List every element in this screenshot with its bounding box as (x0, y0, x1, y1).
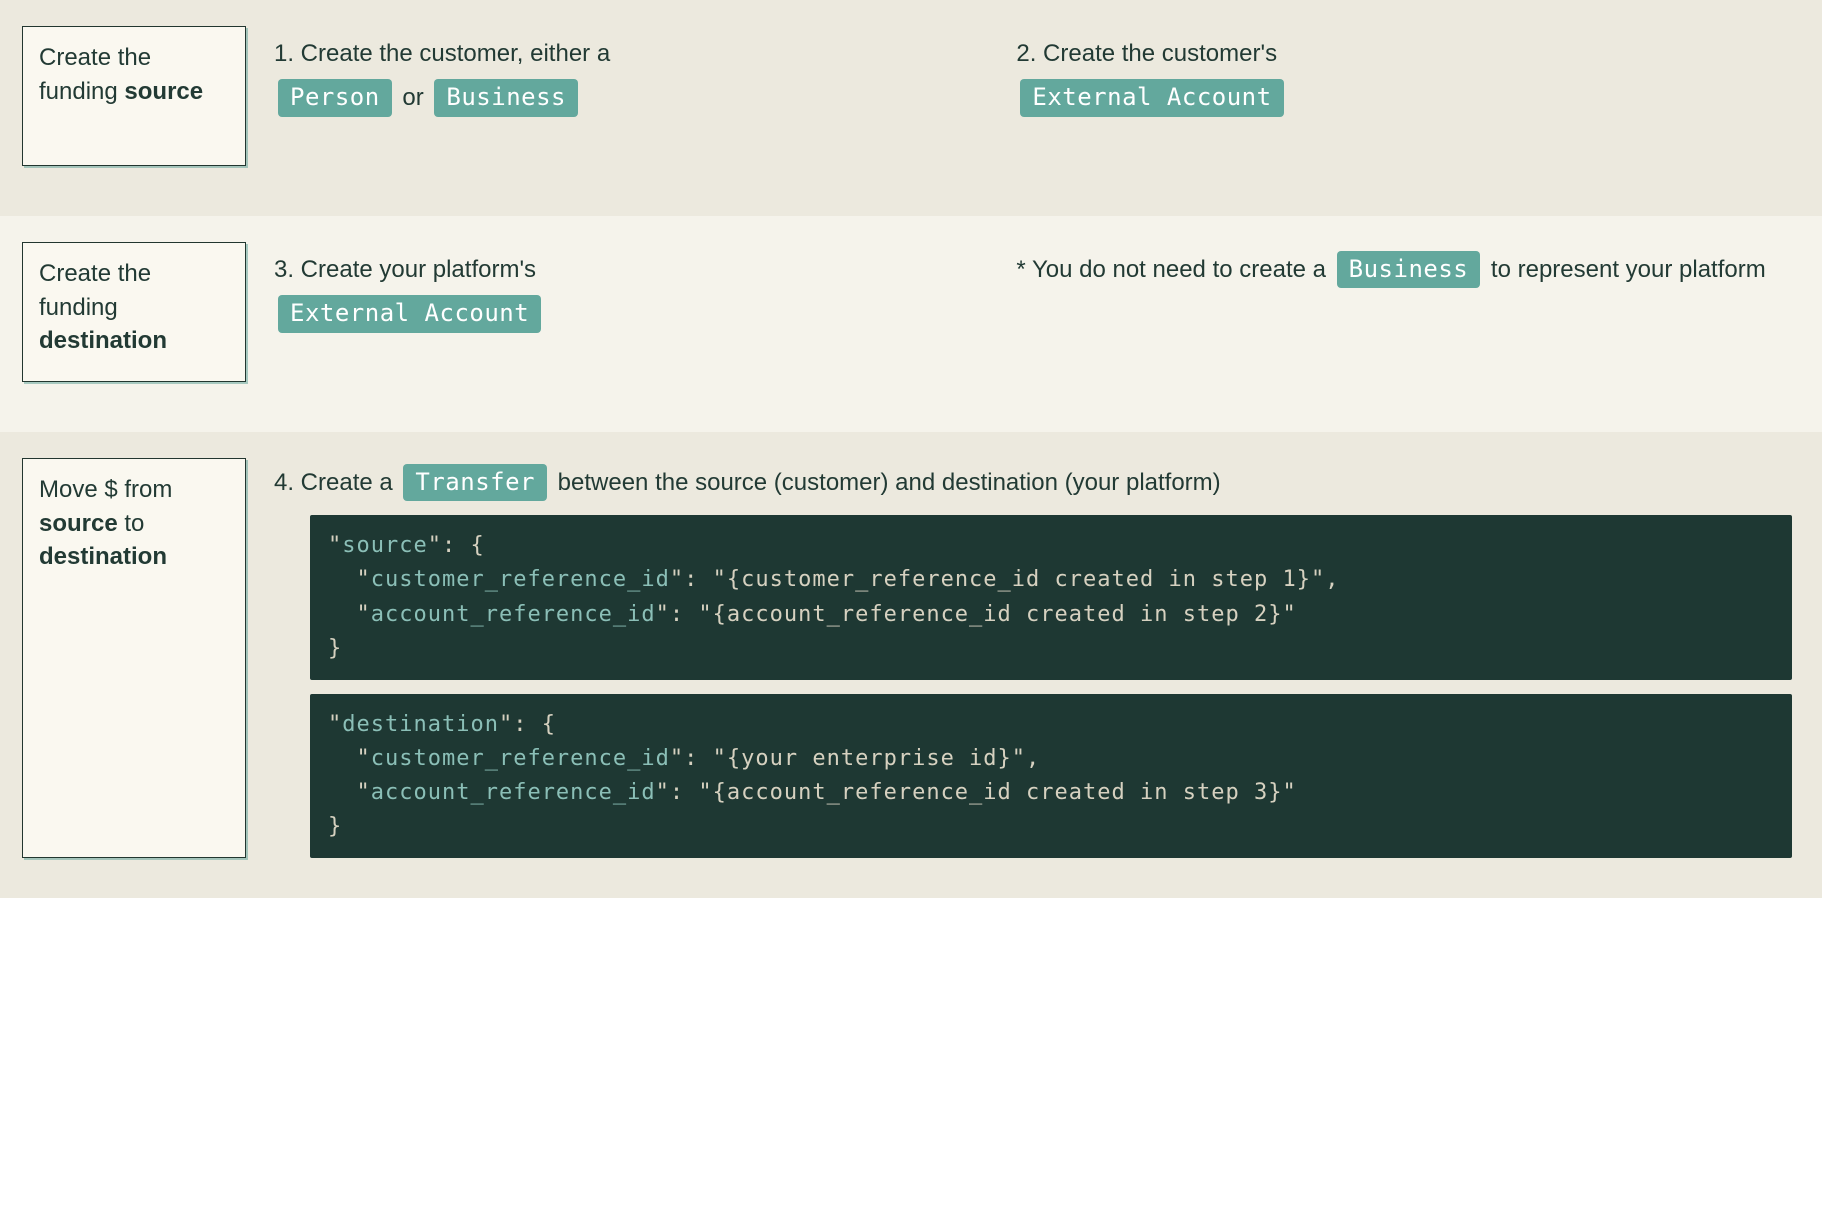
step-1-text: 1. Create the customer, either a (274, 32, 986, 76)
card-bold-destination: destination (39, 543, 167, 570)
note-post: to represent your platform (1484, 256, 1765, 283)
card-transfer: Move $ from source to destination (22, 458, 246, 858)
section-funding-source: Create the funding source 1. Create the … (0, 0, 1822, 216)
pill-person: Person (278, 79, 392, 116)
section-funding-destination: Create the funding destination 3. Create… (0, 216, 1822, 432)
code-block-source: "source": { "customer_reference_id": "{c… (310, 515, 1792, 679)
section-transfer: Move $ from source to destination 4. Cre… (0, 432, 1822, 898)
row2-content: 3. Create your platform's External Accou… (274, 242, 1800, 382)
pill-external-account: External Account (278, 295, 541, 332)
pill-business: Business (434, 79, 578, 116)
step-1-or: or (396, 84, 431, 111)
card-funding-source: Create the funding source (22, 26, 246, 166)
pill-external-account: External Account (1020, 79, 1283, 116)
step-note: * You do not need to create a Business t… (1016, 248, 1800, 382)
step-3-text: 3. Create your platform's (274, 248, 986, 292)
step-4-post: between the source (customer) and destin… (551, 469, 1221, 496)
step-4-pre: 4. Create a (274, 469, 399, 496)
pill-business: Business (1337, 251, 1481, 288)
card-mid: to (118, 510, 145, 537)
code-block-destination: "destination": { "customer_reference_id"… (310, 694, 1792, 858)
step-2: 2. Create the customer's External Accoun… (1016, 32, 1800, 166)
row3-content: 4. Create a Transfer between the source … (274, 458, 1800, 858)
card-line1: Move $ from (39, 476, 172, 503)
card-bold-source: source (39, 510, 118, 537)
card-text-bold: source (124, 78, 203, 105)
step-3: 3. Create your platform's External Accou… (274, 248, 986, 382)
card-text-bold: destination (39, 327, 167, 354)
step-4: 4. Create a Transfer between the source … (274, 464, 1800, 501)
note-pre: * You do not need to create a (1016, 256, 1326, 283)
pill-transfer: Transfer (403, 464, 547, 501)
step-2-text: 2. Create the customer's (1016, 32, 1800, 76)
row1-content: 1. Create the customer, either a Person … (274, 26, 1800, 166)
card-funding-destination: Create the funding destination (22, 242, 246, 382)
step-1: 1. Create the customer, either a Person … (274, 32, 986, 166)
card-text: Create the funding (39, 260, 151, 321)
